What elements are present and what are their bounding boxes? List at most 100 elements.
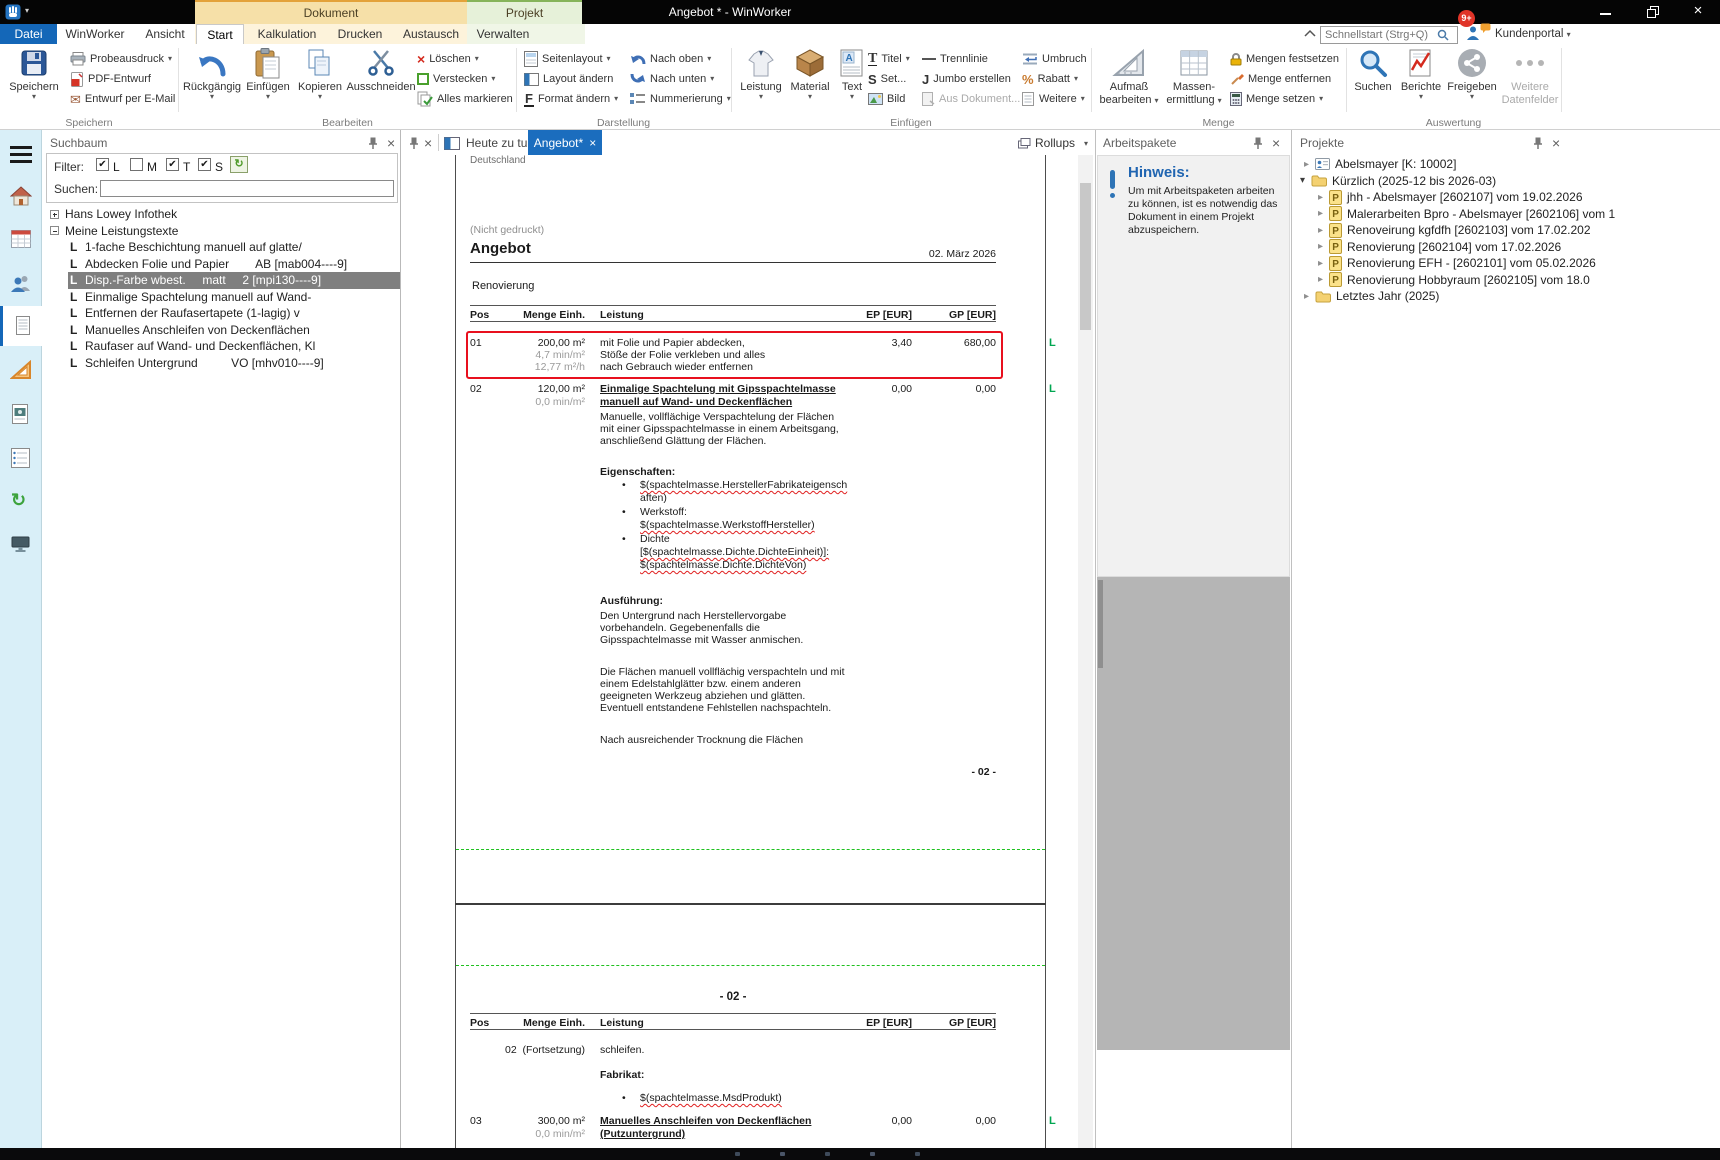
- filter-checkbox-t[interactable]: ✔: [166, 158, 179, 171]
- chevron-down-icon[interactable]: ▾: [1084, 139, 1088, 148]
- tab-kalkulation[interactable]: Kalkulation: [250, 24, 324, 44]
- expand-right-icon[interactable]: ▸: [1318, 241, 1329, 252]
- tree-item-projekt[interactable]: ▸ P Renovierung [2602104] vom 17.02.2026: [1296, 239, 1720, 256]
- tree-item-leistungstext-selected[interactable]: LDisp.-Farbe wbest. matt 2 [mpi130----9]: [68, 272, 400, 289]
- collapse-minus-icon[interactable]: [50, 226, 59, 235]
- einfuegen-paste-button[interactable]: Einfügen▾: [243, 46, 293, 116]
- rabatt-button[interactable]: % Rabatt▾: [1022, 70, 1078, 88]
- material-button[interactable]: Material▾: [787, 46, 833, 116]
- tree-item-folder-kuerzlich[interactable]: ▾ Kürzlich (2025-12 bis 2026-03): [1296, 173, 1720, 190]
- schnellstart-input[interactable]: [1321, 29, 1437, 41]
- speichern-button[interactable]: Speichern▾: [6, 46, 62, 116]
- sidebar-list-icon[interactable]: [11, 448, 30, 468]
- filter-checkbox-s[interactable]: ✔: [198, 158, 211, 171]
- nummerierung-button[interactable]: Nummerierung▾: [630, 90, 731, 108]
- ribbon-collapse-icon[interactable]: [1304, 29, 1316, 37]
- titel-button[interactable]: T Titel▾: [868, 50, 910, 68]
- expand-plus-icon[interactable]: [50, 210, 59, 219]
- close-panel-icon[interactable]: ×: [424, 136, 432, 150]
- trennlinie-button[interactable]: Trennlinie: [922, 50, 988, 68]
- loeschen-button[interactable]: × Löschen▾: [417, 50, 479, 68]
- tree-item-leistungstext[interactable]: LSchleifen Untergrund VO [mhv010----9]: [44, 355, 400, 372]
- freigeben-button[interactable]: Freigeben▾: [1446, 46, 1498, 116]
- tree-item-leistungstexte[interactable]: Meine Leistungstexte: [44, 223, 400, 240]
- menge-setzen-button[interactable]: Menge setzen▾: [1230, 90, 1323, 108]
- expand-right-icon[interactable]: ▸: [1304, 159, 1315, 170]
- tree-item-infothek[interactable]: Hans Lowey Infothek: [44, 206, 400, 223]
- maximize-button[interactable]: [1632, 0, 1672, 24]
- tree-item-projekt[interactable]: ▸ P Renoveirung kgfdfh [2602103] vom 17.…: [1296, 222, 1720, 239]
- alles-markieren-button[interactable]: Alles markieren: [417, 90, 513, 108]
- nach-oben-button[interactable]: Nach oben▾: [630, 50, 711, 68]
- kundenportal-button[interactable]: Kundenportal ▾: [1495, 28, 1571, 40]
- tree-item-leistungstext[interactable]: LEntfernen der Raufasertapete (1-lagig) …: [44, 305, 400, 322]
- verstecken-button[interactable]: Verstecken▾: [417, 70, 495, 88]
- sidebar-photo-doc-icon[interactable]: [12, 404, 29, 424]
- tab-winworker[interactable]: WinWorker: [60, 24, 130, 44]
- tree-item-leistungstext[interactable]: LAbdecken Folie und Papier AB [mab004---…: [44, 256, 400, 273]
- sidebar-aufmass-icon[interactable]: [10, 360, 32, 380]
- filter-refresh-button[interactable]: ↻: [230, 156, 248, 173]
- entwurf-email-button[interactable]: ✉ Entwurf per E-Mail: [70, 90, 175, 108]
- suchen-button[interactable]: Suchen: [1350, 46, 1396, 116]
- tree-item-projekt[interactable]: ▸ P jhh - Abelsmayer [2602107] vom 19.02…: [1296, 189, 1720, 206]
- tree-item-kunde[interactable]: ▸ Abelsmayer [K: 10002]: [1296, 156, 1720, 173]
- doc-tab-heute[interactable]: Heute zu tun: [466, 136, 534, 150]
- pin-icon[interactable]: [368, 137, 378, 149]
- probeausdruck-button[interactable]: Probeausdruck▾: [70, 50, 172, 68]
- tab-austausch[interactable]: Austausch: [396, 24, 466, 44]
- set-button[interactable]: S Set...: [868, 70, 906, 88]
- sidebar-sync-icon[interactable]: ↻: [11, 490, 26, 511]
- tab-start-active[interactable]: Start: [196, 24, 244, 44]
- filter-checkbox-m[interactable]: [130, 158, 143, 171]
- expand-right-icon[interactable]: ▸: [1318, 192, 1329, 203]
- massenermittlung-button[interactable]: Massen- ermittlung ▾: [1162, 46, 1226, 116]
- minimize-button[interactable]: [1585, 0, 1625, 24]
- tree-item-leistungstext[interactable]: L1-fache Beschichtung manuell auf glatte…: [44, 239, 400, 256]
- suchbaum-search-input[interactable]: [100, 180, 394, 197]
- expand-right-icon[interactable]: ▸: [1318, 208, 1329, 219]
- menge-entfernen-button[interactable]: Menge entfernen: [1230, 70, 1331, 88]
- sidebar-documents-active[interactable]: [0, 306, 42, 346]
- pin-icon[interactable]: [409, 137, 419, 149]
- scrollbar-thumb[interactable]: [1098, 580, 1103, 668]
- sidebar-calendar-icon[interactable]: [11, 230, 31, 248]
- sidebar-devices-icon[interactable]: [11, 536, 30, 553]
- filter-checkbox-l[interactable]: ✔: [96, 158, 109, 171]
- rueckgaengig-button[interactable]: Rückgängig▾: [183, 46, 241, 116]
- umbruch-button[interactable]: Umbruch: [1022, 50, 1087, 68]
- tab-ansicht[interactable]: Ansicht: [133, 24, 197, 44]
- ausschneiden-button[interactable]: Ausschneiden: [347, 46, 415, 116]
- main-menu-button[interactable]: [10, 146, 32, 163]
- tab-verwalten[interactable]: Verwalten: [470, 24, 536, 44]
- close-button[interactable]: ×: [1678, 0, 1718, 24]
- jumbo-erstellen-button[interactable]: J Jumbo erstellen: [922, 70, 1011, 88]
- scrollbar-thumb[interactable]: [1080, 183, 1091, 330]
- sidebar-contacts-icon[interactable]: [10, 274, 32, 293]
- bild-button[interactable]: Bild: [868, 90, 905, 108]
- tree-item-leistungstext[interactable]: LRaufaser auf Wand- und Deckenflächen, K…: [44, 338, 400, 355]
- expand-right-icon[interactable]: ▸: [1318, 258, 1329, 269]
- close-panel-icon[interactable]: ×: [1552, 136, 1560, 150]
- close-panel-icon[interactable]: ×: [387, 136, 395, 150]
- search-icon[interactable]: [1437, 29, 1449, 41]
- expand-right-icon[interactable]: ▸: [1318, 274, 1329, 285]
- doc-tab-angebot-active[interactable]: Angebot*×: [528, 130, 602, 155]
- leistung-button[interactable]: Leistung▾: [737, 46, 785, 116]
- pin-icon[interactable]: [1533, 137, 1543, 149]
- expand-down-icon[interactable]: ▾: [1300, 175, 1311, 186]
- schnellstart-search[interactable]: [1320, 26, 1458, 44]
- tree-item-projekt[interactable]: ▸ P Renovierung Hobbyraum [2602105] vom …: [1296, 272, 1720, 289]
- quick-access-caret[interactable]: ▾: [25, 6, 29, 15]
- seitenlayout-button[interactable]: Seitenlayout▾: [524, 50, 611, 68]
- pin-icon[interactable]: [1253, 137, 1263, 149]
- pdf-entwurf-button[interactable]: PDF-Entwurf: [70, 70, 151, 88]
- panel-toggle-icon[interactable]: [444, 137, 460, 150]
- close-tab-icon[interactable]: ×: [589, 136, 596, 150]
- tab-datei[interactable]: Datei: [0, 24, 57, 44]
- text-button[interactable]: A Text▾: [835, 46, 869, 116]
- close-panel-icon[interactable]: ×: [1272, 136, 1280, 150]
- expand-right-icon[interactable]: ▸: [1318, 225, 1329, 236]
- aufmass-bearbeiten-button[interactable]: Aufmaß bearbeiten ▾: [1098, 46, 1160, 116]
- tree-item-projekt[interactable]: ▸ P Malerarbeiten Bpro - Abelsmayer [260…: [1296, 206, 1720, 223]
